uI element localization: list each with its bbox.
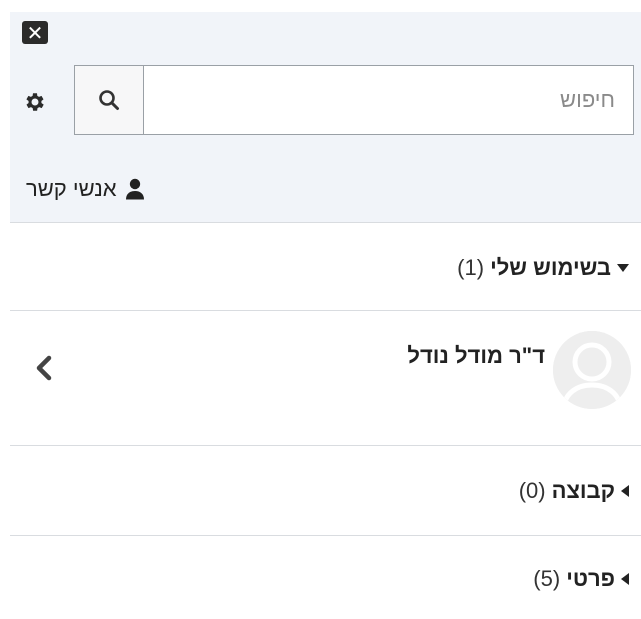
- section-count: (0): [518, 478, 546, 503]
- chevron-left-icon[interactable]: [32, 353, 56, 383]
- search-icon: [99, 90, 119, 110]
- section-title: בשימוש שלי: [490, 255, 611, 280]
- section-starred: בשימוש שלי (1): [10, 222, 641, 310]
- section-group: קבוצה (0): [10, 445, 641, 535]
- conversation-item[interactable]: ד"ר מודל נודל: [10, 310, 641, 446]
- section-private-toggle[interactable]: פרטי (5): [533, 566, 629, 592]
- section-private: פרטי (5): [10, 535, 641, 619]
- section-title: פרטי: [566, 566, 615, 591]
- section-count: (1): [457, 255, 485, 280]
- section-starred-toggle[interactable]: בשימוש שלי (1): [457, 255, 629, 281]
- message-drawer: ✕ אנשי קשר בשימוש שלי (1): [10, 12, 641, 619]
- section-group-toggle[interactable]: קבוצה (0): [519, 478, 629, 504]
- caret-left-icon: [621, 573, 629, 585]
- contacts-link[interactable]: אנשי קשר: [26, 176, 145, 202]
- section-title: קבוצה: [551, 478, 615, 503]
- user-icon: [125, 178, 144, 200]
- search-box: [74, 65, 634, 135]
- gear-icon[interactable]: [23, 90, 47, 114]
- avatar: [553, 331, 631, 409]
- contacts-label: אנשי קשר: [26, 176, 117, 201]
- section-count: (5): [533, 566, 561, 591]
- drawer-header: ✕ אנשי קשר: [10, 12, 641, 222]
- avatar-placeholder-icon: [553, 331, 631, 409]
- contact-name: ד"ר מודל נודל: [407, 343, 545, 368]
- search-input[interactable]: [143, 66, 633, 134]
- caret-left-icon: [621, 485, 629, 497]
- caret-down-icon: [617, 264, 629, 272]
- close-icon[interactable]: ✕: [22, 21, 48, 44]
- search-button[interactable]: [75, 66, 144, 134]
